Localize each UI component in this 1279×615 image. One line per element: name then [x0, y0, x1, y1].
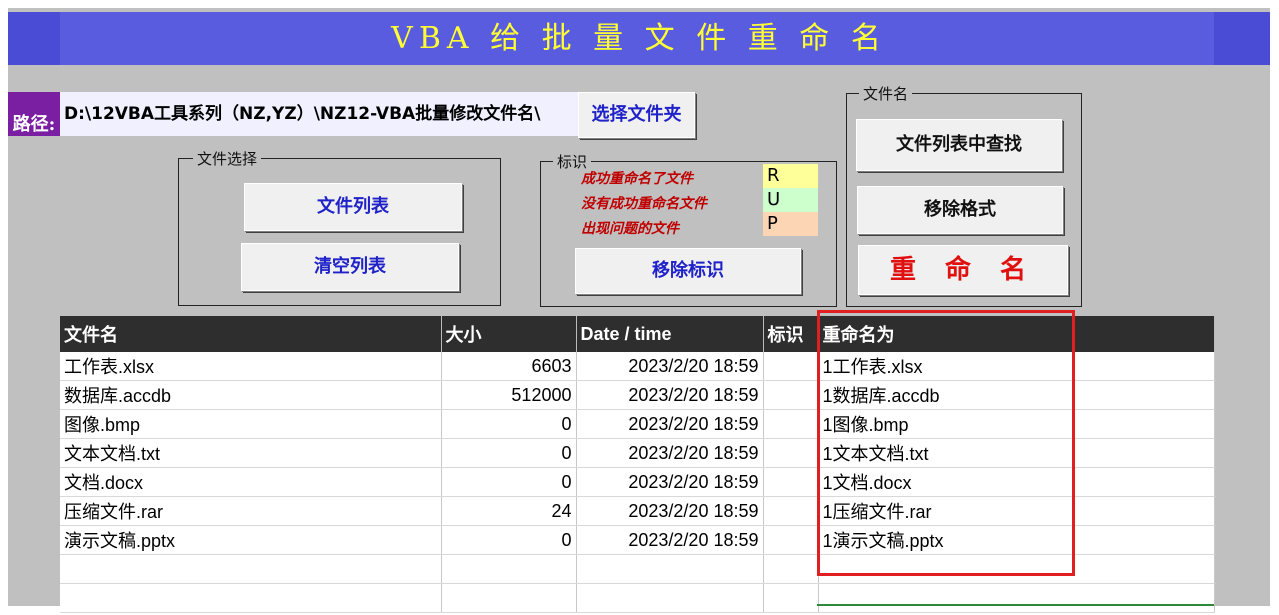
- cell-datetime[interactable]: 2023/2/20 18:59: [576, 352, 764, 381]
- remove-format-button[interactable]: 移除格式: [857, 186, 1063, 234]
- column-header-datetime[interactable]: Date / time: [576, 316, 764, 352]
- cell-size[interactable]: 0: [441, 525, 577, 555]
- legend-unrenamed-label: 没有成功重命名文件: [581, 196, 707, 212]
- legend-problem-label: 出现问题的文件: [581, 221, 679, 237]
- cell-size[interactable]: [441, 554, 577, 584]
- cell-filename[interactable]: [60, 554, 442, 584]
- column-header-filename[interactable]: 文件名: [60, 316, 442, 352]
- cell-rename-to[interactable]: 1压缩文件.rar: [818, 496, 1215, 526]
- legend-renamed-code: R: [763, 164, 818, 188]
- cell-filename[interactable]: 文本文档.txt: [60, 438, 442, 468]
- legend-unrenamed-code: U: [763, 188, 818, 212]
- cell-mark[interactable]: [763, 467, 819, 497]
- file-list-button[interactable]: 文件列表: [244, 183, 462, 231]
- legend-renamed-label: 成功重命名了文件: [581, 171, 693, 187]
- cell-rename-to[interactable]: [818, 583, 1215, 613]
- table-header-row: 文件名 大小 Date / time 标识 重命名为: [60, 316, 1215, 352]
- cell-datetime[interactable]: 2023/2/20 18:59: [576, 525, 764, 555]
- cell-filename[interactable]: 数据库.accdb: [60, 380, 442, 410]
- cell-rename-to[interactable]: 1文档.docx: [818, 467, 1215, 497]
- column-header-rename-to[interactable]: 重命名为: [818, 316, 1215, 352]
- page-title: VBA 给 批 量 文 件 重 命 名: [391, 21, 887, 56]
- cell-mark[interactable]: [763, 409, 819, 439]
- column-header-mark[interactable]: 标识: [763, 316, 819, 352]
- cell-size[interactable]: 0: [441, 467, 577, 497]
- table-row: 数据库.accdb 512000 2023/2/20 18:59 1数据库.ac…: [60, 380, 1215, 410]
- cell-mark[interactable]: [763, 583, 819, 613]
- cell-rename-to[interactable]: 1演示文稿.pptx: [818, 525, 1215, 555]
- table-row-empty: [60, 583, 1215, 613]
- table-row: 压缩文件.rar 24 2023/2/20 18:59 1压缩文件.rar: [60, 496, 1215, 526]
- title-bar: VBA 给 批 量 文 件 重 命 名: [8, 12, 1270, 65]
- cell-size[interactable]: [441, 583, 577, 613]
- table-row: 文档.docx 0 2023/2/20 18:59 1文档.docx: [60, 467, 1215, 497]
- cell-rename-to[interactable]: 1图像.bmp: [818, 409, 1215, 439]
- table-row: 演示文稿.pptx 0 2023/2/20 18:59 1演示文稿.pptx: [60, 525, 1215, 555]
- cell-datetime[interactable]: [576, 583, 764, 613]
- path-label: 路径:: [8, 92, 60, 136]
- path-field[interactable]: D:\12VBA工具系列（NZ,YZ）\NZ12-VBA批量修改文件名\: [60, 92, 578, 136]
- cell-datetime[interactable]: 2023/2/20 18:59: [576, 438, 764, 468]
- cell-rename-to[interactable]: 1文本文档.txt: [818, 438, 1215, 468]
- cell-filename[interactable]: 演示文稿.pptx: [60, 525, 442, 555]
- cell-filename[interactable]: 工作表.xlsx: [60, 352, 442, 381]
- file-select-group-label: 文件选择: [193, 148, 262, 169]
- cell-mark[interactable]: [763, 380, 819, 410]
- cell-mark[interactable]: [763, 525, 819, 555]
- cell-size[interactable]: 0: [441, 409, 577, 439]
- table-row: 文本文档.txt 0 2023/2/20 18:59 1文本文档.txt: [60, 438, 1215, 468]
- top-edge: [0, 0, 1279, 8]
- file-table: 文件名 大小 Date / time 标识 重命名为 工作表.xlsx 6603…: [60, 316, 1215, 613]
- cell-filename[interactable]: 压缩文件.rar: [60, 496, 442, 526]
- cell-datetime[interactable]: [576, 554, 764, 584]
- cell-mark[interactable]: [763, 554, 819, 584]
- table-row-empty: [60, 554, 1215, 584]
- select-folder-button[interactable]: 选择文件夹: [578, 92, 695, 138]
- cell-size[interactable]: 6603: [441, 352, 577, 381]
- cell-size[interactable]: 0: [441, 438, 577, 468]
- cell-mark[interactable]: [763, 352, 819, 381]
- cell-rename-to[interactable]: 1数据库.accdb: [818, 380, 1215, 410]
- filename-group-label: 文件名: [859, 83, 913, 104]
- rename-button[interactable]: 重 命 名: [858, 245, 1068, 295]
- cell-rename-to[interactable]: [818, 554, 1215, 584]
- cell-datetime[interactable]: 2023/2/20 18:59: [576, 467, 764, 497]
- cell-datetime[interactable]: 2023/2/20 18:59: [576, 380, 764, 410]
- cell-mark[interactable]: [763, 496, 819, 526]
- cell-rename-to[interactable]: 1工作表.xlsx: [818, 352, 1215, 381]
- cell-datetime[interactable]: 2023/2/20 18:59: [576, 496, 764, 526]
- table-row: 图像.bmp 0 2023/2/20 18:59 1图像.bmp: [60, 409, 1215, 439]
- clear-list-button[interactable]: 清空列表: [241, 243, 459, 291]
- title-side-left: [8, 12, 60, 65]
- cell-filename[interactable]: 图像.bmp: [60, 409, 442, 439]
- cell-mark[interactable]: [763, 438, 819, 468]
- cell-filename[interactable]: [60, 583, 442, 613]
- table-row: 工作表.xlsx 6603 2023/2/20 18:59 1工作表.xlsx: [60, 352, 1215, 381]
- cell-selection-edge: [817, 604, 1214, 606]
- find-in-list-button[interactable]: 文件列表中查找: [856, 119, 1062, 171]
- cell-size[interactable]: 512000: [441, 380, 577, 410]
- title-side-right: [1214, 12, 1270, 65]
- column-header-size[interactable]: 大小: [441, 316, 577, 352]
- cell-datetime[interactable]: 2023/2/20 18:59: [576, 409, 764, 439]
- legend-problem-code: P: [763, 212, 818, 236]
- cell-size[interactable]: 24: [441, 496, 577, 526]
- remove-marks-button[interactable]: 移除标识: [575, 248, 801, 294]
- cell-filename[interactable]: 文档.docx: [60, 467, 442, 497]
